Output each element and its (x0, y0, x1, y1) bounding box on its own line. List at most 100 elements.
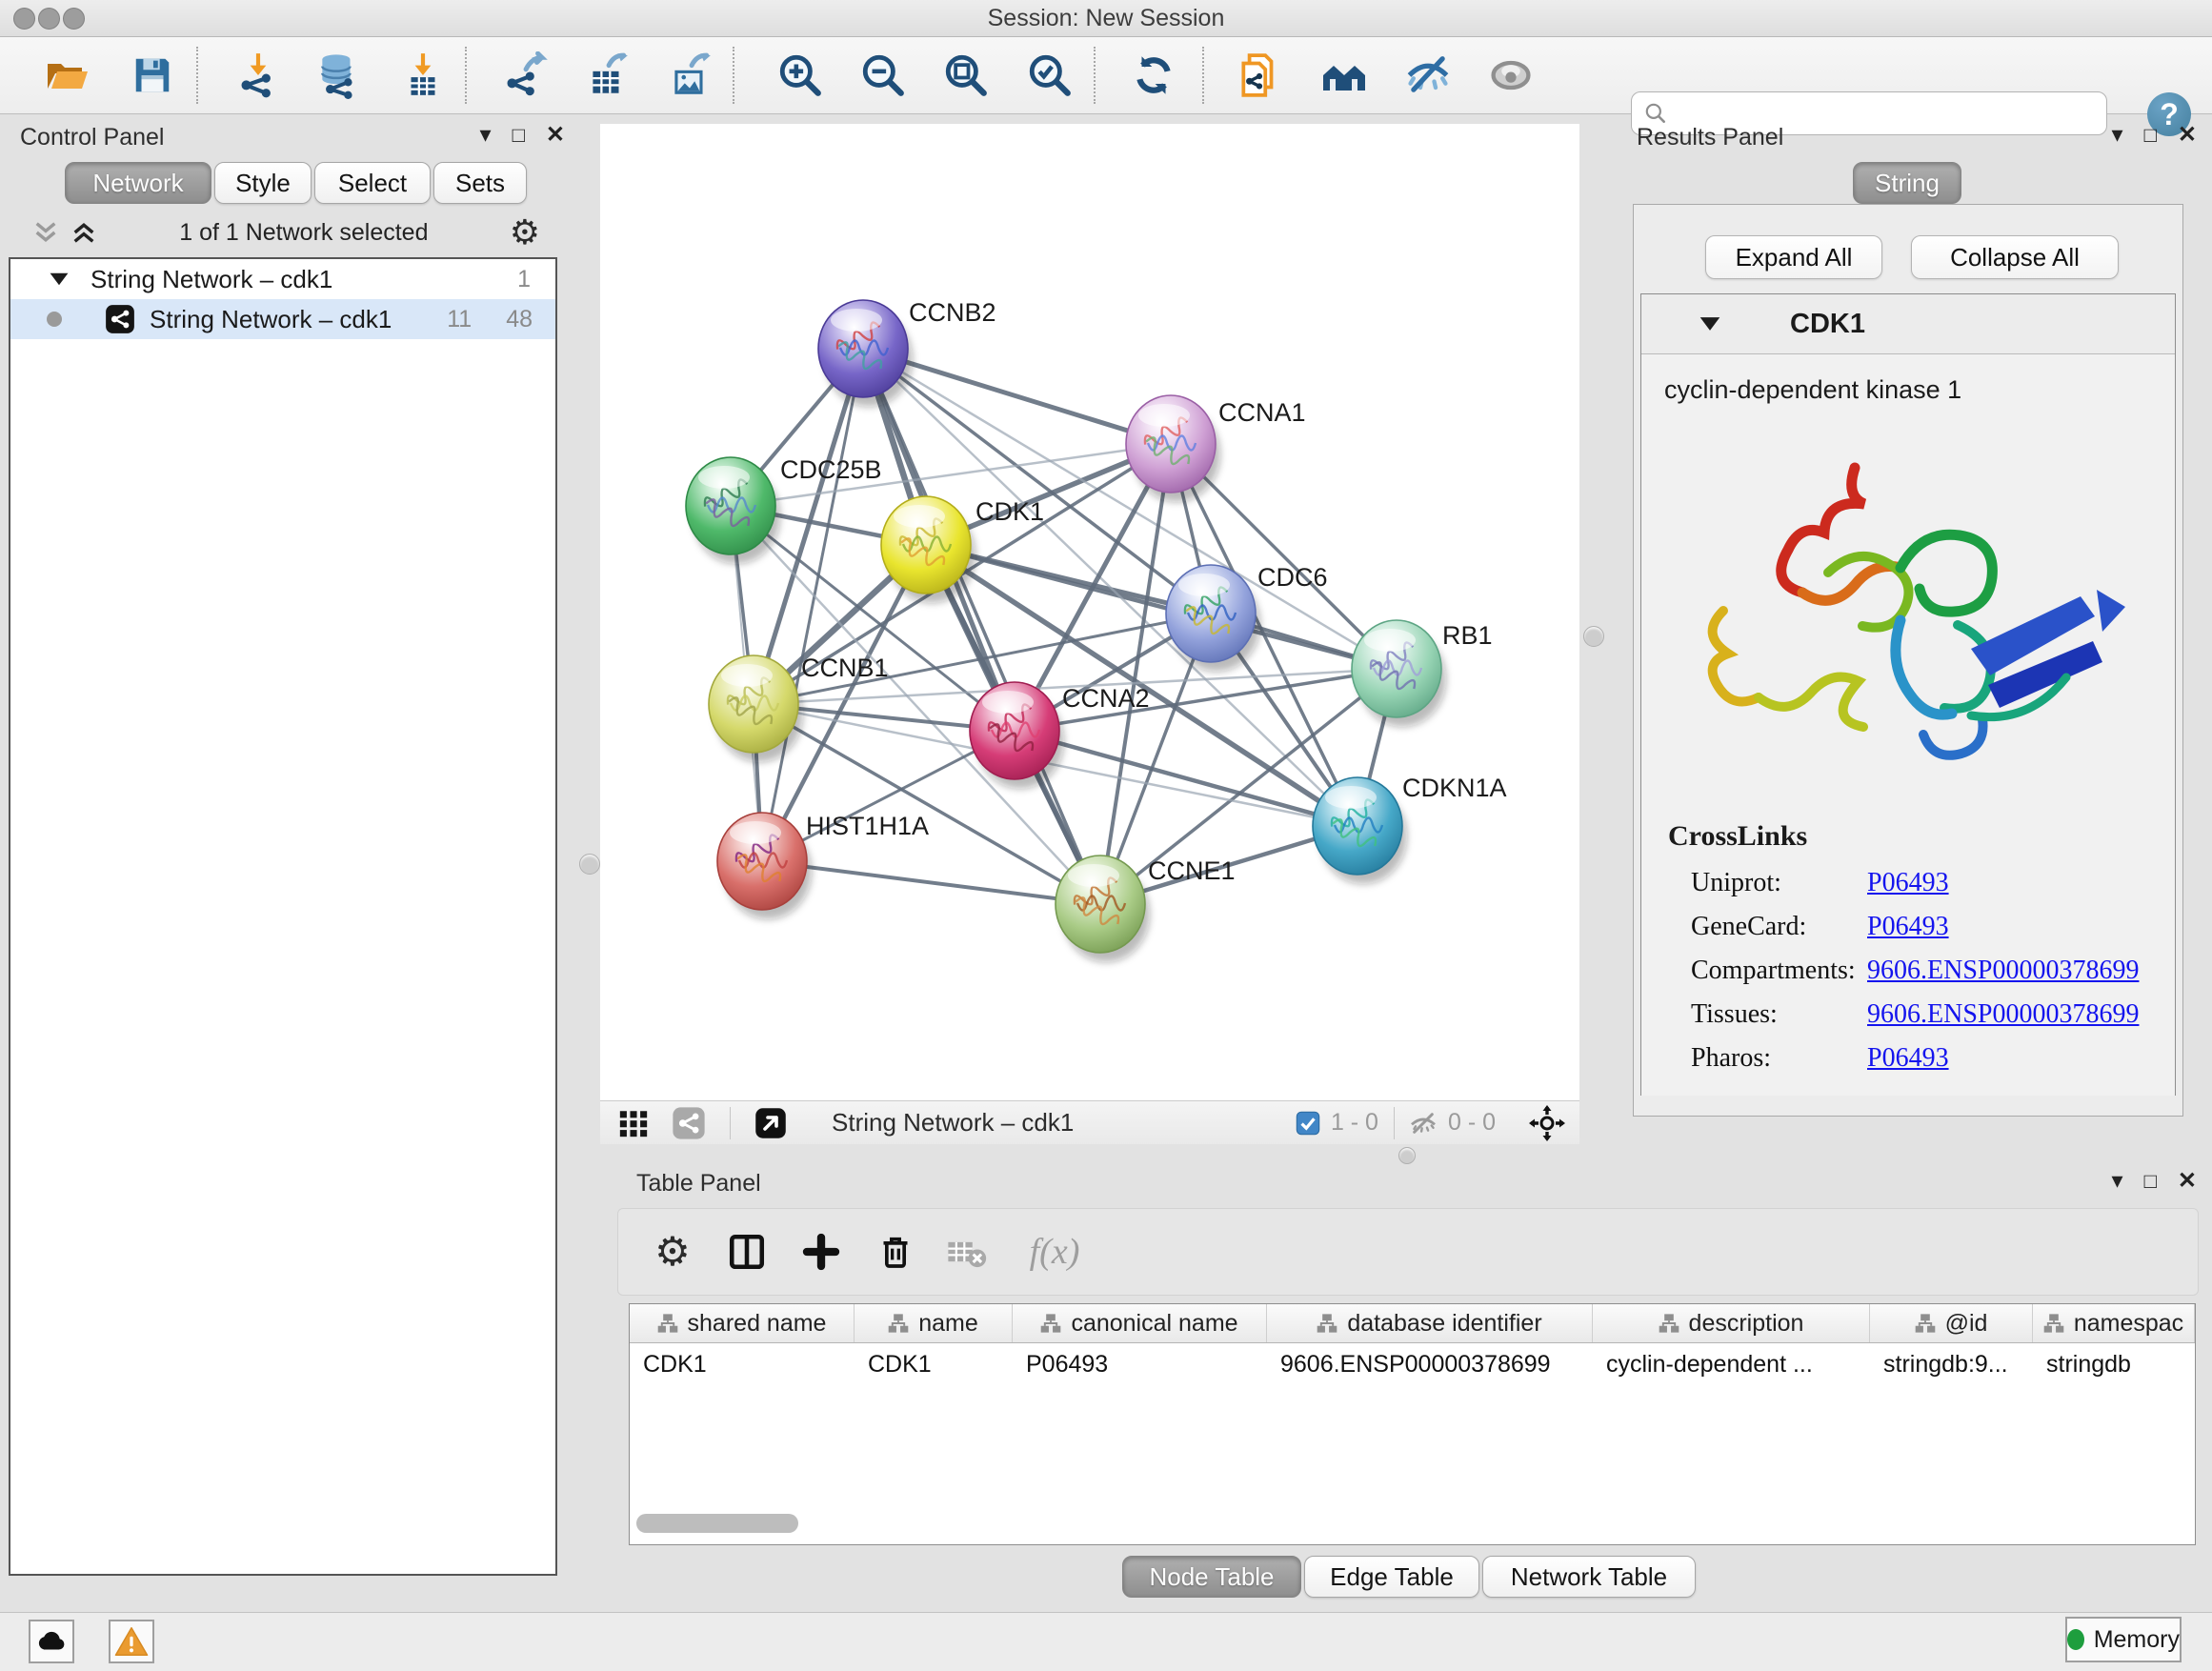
column-header-3[interactable]: database identifier (1267, 1304, 1593, 1342)
fx-icon: f(x) (1030, 1231, 1080, 1273)
expand-all-button[interactable]: Expand All (1705, 235, 1882, 279)
panel-float-button[interactable]: □ (513, 125, 525, 146)
column-header-5[interactable]: @id (1870, 1304, 2033, 1342)
table-settings-button[interactable]: ⚙ (641, 1220, 704, 1283)
panel-float-button[interactable]: □ (2144, 125, 2157, 146)
node-label: CDC6 (1257, 563, 1328, 592)
tab-network-table[interactable]: Network Table (1482, 1556, 1696, 1598)
table-horizontal-scrollbar[interactable] (636, 1514, 798, 1533)
network-view-icon[interactable] (671, 1105, 707, 1141)
grid-view-icon[interactable] (617, 1107, 650, 1139)
export-network-button[interactable] (497, 49, 551, 102)
network-node-CCNA2[interactable] (970, 682, 1064, 789)
network-node-CDK1[interactable] (881, 496, 975, 603)
column-header-4[interactable]: description (1593, 1304, 1870, 1342)
show-all-networks-button[interactable] (1317, 49, 1371, 102)
apply-layout-button[interactable] (1127, 49, 1180, 102)
section-collapse-icon[interactable] (1699, 315, 1721, 332)
column-header-2[interactable]: canonical name (1013, 1304, 1267, 1342)
column-header-0[interactable]: shared name (630, 1304, 855, 1342)
network-tree-root-row[interactable]: String Network – cdk1 1 (10, 259, 555, 299)
crosslink-link[interactable]: P06493 (1867, 868, 1949, 898)
import-network-from-database-button[interactable] (312, 49, 365, 102)
create-column-button[interactable] (790, 1220, 853, 1283)
right-splitter-handle[interactable] (1583, 626, 1604, 647)
search-icon (1643, 101, 1668, 126)
save-session-button[interactable] (126, 49, 179, 102)
network-tree: String Network – cdk1 1 String Network –… (9, 257, 557, 1576)
network-node-CCNA1[interactable] (1126, 395, 1220, 502)
panel-close-button[interactable]: ✕ (2178, 1170, 2197, 1193)
hidden-eye-slash-icon[interactable] (1408, 1108, 1438, 1138)
export-table-button[interactable] (580, 49, 633, 102)
tab-node-table[interactable]: Node Table (1122, 1556, 1301, 1598)
panel-close-button[interactable]: ✕ (546, 124, 565, 147)
crosslink-label: Pharos: (1691, 1043, 1867, 1074)
network-node-HIST1H1A[interactable] (717, 813, 812, 919)
protein-section-header[interactable]: CDK1 (1641, 294, 2175, 354)
crosslink-label: Compartments: (1691, 956, 1867, 986)
plus-icon (802, 1233, 840, 1271)
separator (1394, 1107, 1395, 1139)
network-node-RB1[interactable] (1352, 620, 1446, 727)
network-canvas[interactable]: CCNB2CCNA1CDC25BCDK1CDC6RB1CCNB1CCNA2CDK… (600, 124, 1579, 1100)
collapse-all-chevron-icon[interactable] (31, 219, 60, 246)
tab-string[interactable]: String (1853, 162, 1961, 204)
cloud-icon (35, 1625, 68, 1658)
hide-panels-button[interactable] (1401, 49, 1455, 102)
export-image-button[interactable] (663, 49, 716, 102)
tab-select[interactable]: Select (314, 162, 431, 204)
zoom-out-button[interactable] (856, 49, 910, 102)
panel-float-button[interactable]: □ (2144, 1171, 2157, 1192)
selected-checkbox-icon[interactable] (1295, 1110, 1321, 1137)
network-node-CCNE1[interactable] (1056, 856, 1150, 962)
panel-menu-button[interactable]: ▾ (480, 124, 492, 147)
left-splitter-handle[interactable] (579, 854, 600, 875)
panel-menu-button[interactable]: ▾ (2112, 124, 2123, 147)
tab-network[interactable]: Network (65, 162, 211, 204)
cloud-status-button[interactable] (29, 1620, 74, 1663)
zoom-selected-button[interactable] (1023, 49, 1076, 102)
column-header-1[interactable]: name (855, 1304, 1013, 1342)
warnings-button[interactable] (109, 1620, 154, 1663)
table-row[interactable]: CDK1CDK1P064939606.ENSP00000378699cyclin… (630, 1343, 2195, 1385)
collapse-all-button[interactable]: Collapse All (1911, 235, 2119, 279)
expand-all-chevron-icon[interactable] (70, 219, 98, 246)
delete-table-button[interactable] (935, 1220, 997, 1283)
crosslink-link[interactable]: 9606.ENSP00000378699 (1867, 956, 2139, 986)
clone-network-button[interactable] (1233, 49, 1286, 102)
column-header-6[interactable]: namespac (2033, 1304, 2195, 1342)
panel-menu-button[interactable]: ▾ (2112, 1170, 2123, 1193)
tab-edge-table[interactable]: Edge Table (1304, 1556, 1479, 1598)
birdseye-crosshair-icon[interactable] (1528, 1104, 1566, 1142)
bottom-splitter-handle[interactable] (1398, 1147, 1416, 1164)
function-builder-button[interactable]: f(x) (1007, 1220, 1102, 1283)
network-tree-item-row[interactable]: String Network – cdk1 11 48 (10, 299, 555, 339)
show-columns-button[interactable] (715, 1220, 778, 1283)
import-network-button[interactable] (231, 49, 285, 102)
crosslink-link[interactable]: P06493 (1867, 912, 1949, 942)
refresh-icon (1130, 51, 1177, 99)
network-node-CDKN1A[interactable] (1313, 777, 1407, 884)
crosslink-link[interactable]: 9606.ENSP00000378699 (1867, 999, 2139, 1030)
network-options-gear-icon[interactable]: ⚙ (510, 215, 540, 250)
network-node-CDC25B[interactable] (686, 457, 780, 564)
tab-style[interactable]: Style (214, 162, 312, 204)
node-label: CCNB1 (801, 654, 889, 682)
zoom-fit-button[interactable] (939, 49, 993, 102)
panel-close-button[interactable]: ✕ (2178, 124, 2197, 147)
tab-sets[interactable]: Sets (433, 162, 527, 204)
tree-collapse-icon[interactable] (49, 272, 70, 287)
memory-status-dot (2067, 1629, 2084, 1650)
show-hidden-panel-button[interactable] (1484, 49, 1538, 102)
memory-button[interactable]: Memory (2065, 1617, 2182, 1662)
delete-column-button[interactable] (864, 1220, 927, 1283)
zoom-in-button[interactable] (774, 49, 827, 102)
crosslink-link[interactable]: P06493 (1867, 1043, 1949, 1074)
network-node-CCNB2[interactable] (818, 300, 913, 407)
import-table-button[interactable] (396, 49, 450, 102)
open-session-button[interactable] (40, 49, 93, 102)
zoom-in-icon (776, 51, 824, 99)
column-hierarchy-icon (657, 1313, 678, 1334)
detach-view-icon[interactable] (754, 1106, 788, 1140)
